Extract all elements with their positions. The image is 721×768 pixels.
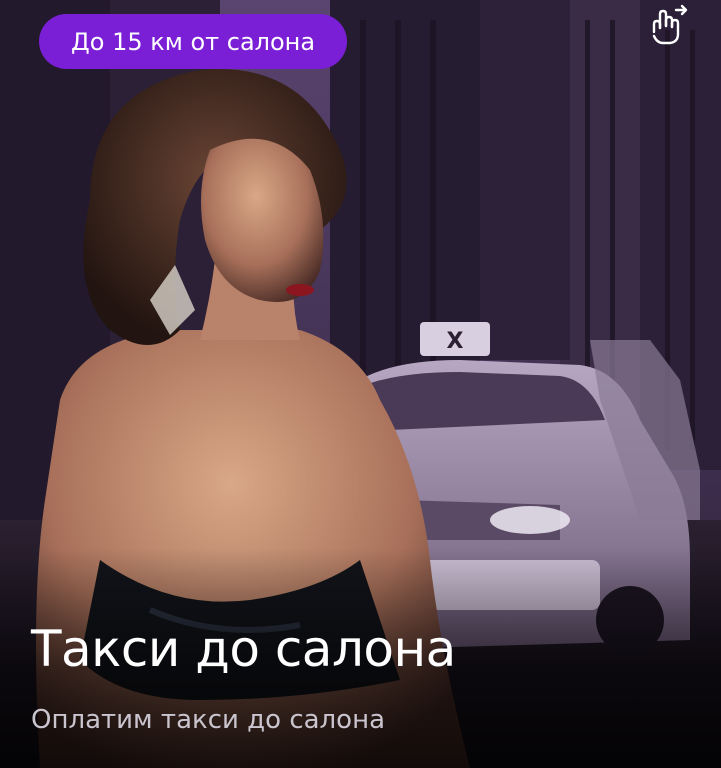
distance-badge: До 15 км от салона (39, 14, 348, 69)
card-subtitle: Оплатим такси до салона (31, 705, 386, 735)
svg-text:X: X (447, 329, 464, 354)
hand-swipe-icon[interactable] (646, 2, 692, 48)
promo-card[interactable]: X До 15 км от салона Такси до салона Опл… (0, 0, 721, 768)
card-title: Такси до салона (31, 620, 456, 678)
distance-badge-label: До 15 км от салона (71, 27, 316, 56)
